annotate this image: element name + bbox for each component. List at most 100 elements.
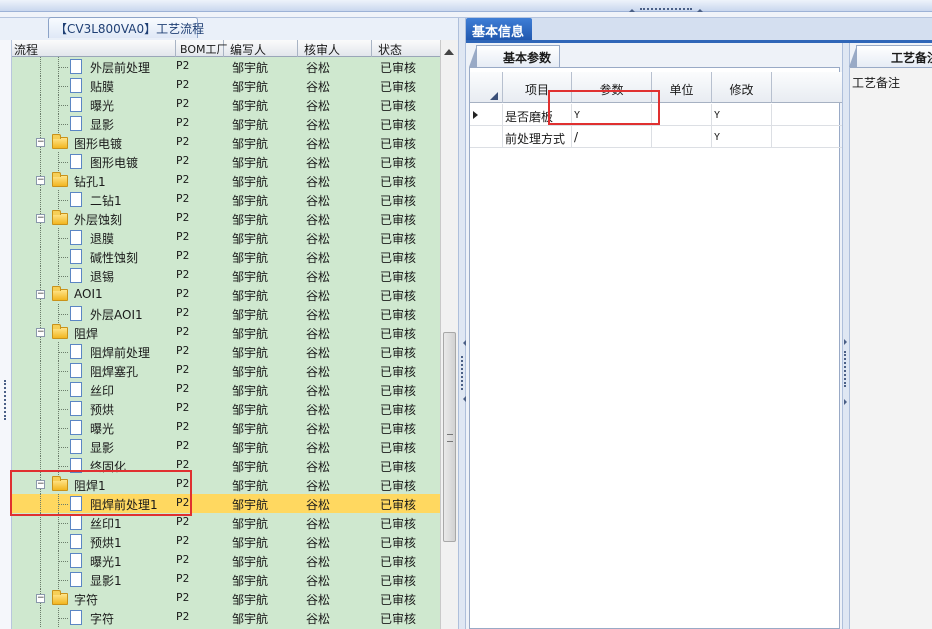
tree-step-node[interactable]: 阻焊塞孔 P2 邹宇航 谷松 已审核 [12,361,440,380]
tree-step-node[interactable]: 曝光1 P2 邹宇航 谷松 已审核 [12,551,440,570]
tree-step-node[interactable]: 图形电镀 P2 邹宇航 谷松 已审核 [12,152,440,171]
tree-step-node[interactable]: 字符 P2 邹宇航 谷松 已审核 [12,608,440,627]
node-writer: 邹宇航 [232,536,269,550]
tree-scrollbar[interactable] [440,40,458,629]
tree-step-node[interactable]: 外层前处理 P2 邹宇航 谷松 已审核 [12,57,440,76]
process-tree: 流程 BOM工厂 编写人 核审人 状态 外层前处理 P2 邹宇航 谷松 已审核 贴膜 P2 邹… [12,40,440,629]
document-icon [70,97,82,112]
node-bom: P2 [176,401,190,414]
tree-step-node[interactable]: 显影 P2 邹宇航 谷松 已审核 [12,437,440,456]
tree-step-node[interactable]: 丝印 P2 邹宇航 谷松 已审核 [12,380,440,399]
tree-line [40,228,41,247]
document-icon [70,344,82,359]
tree-line [40,152,41,171]
tree-line [58,466,68,467]
tree-step-node[interactable]: 预烘 P2 邹宇航 谷松 已审核 [12,399,440,418]
notes-label: 工艺备注 [852,76,901,90]
node-status: 已审核 [380,422,417,436]
param-unit-cell[interactable] [652,126,712,148]
node-bom: P2 [176,306,190,319]
panel-splitter[interactable] [458,18,466,629]
col-header-writer[interactable]: 编写人 [224,40,298,57]
process-flow-title[interactable]: 【CV3L800VA0】工艺流程 [48,17,204,38]
tree-folder-node[interactable]: − 钻孔1 P2 邹宇航 谷松 已审核 [12,171,440,190]
tab-basic-params[interactable]: 基本参数 [469,45,560,67]
document-icon [70,154,82,169]
tree-folder-node[interactable]: − 字符 P2 邹宇航 谷松 已审核 [12,589,440,608]
node-status: 已审核 [380,156,417,170]
node-reviewer: 谷松 [306,213,331,227]
tree-step-node[interactable]: 退膜 P2 邹宇航 谷松 已审核 [12,228,440,247]
collapse-toggle-icon[interactable]: − [36,328,45,337]
tree-step-node[interactable]: 阻焊前处理 P2 邹宇航 谷松 已审核 [12,342,440,361]
node-bom: P2 [176,249,190,262]
tab-basic-info[interactable]: 基本信息 [466,18,532,41]
tree-line [40,304,41,323]
col-header-flow[interactable]: 流程 [12,40,176,57]
node-bom: P2 [176,363,190,376]
node-reviewer: 谷松 [306,555,331,569]
document-icon [70,515,82,530]
param-row[interactable]: 前处理方式 / Y [470,126,842,148]
col-header-reviewer[interactable]: 核审人 [298,40,372,57]
tree-line [40,266,41,285]
tree-step-node[interactable]: 二钻1 P2 邹宇航 谷松 已审核 [12,190,440,209]
col-header-modify[interactable]: 修改 [712,72,772,103]
tree-line [40,418,41,437]
folder-icon [52,286,68,301]
node-name: 外层蚀刻 [74,213,123,227]
tab-process-notes[interactable]: 工艺备注 [849,45,932,67]
tree-folder-node[interactable]: − 阻焊 P2 邹宇航 谷松 已审核 [12,323,440,342]
tree-step-node[interactable]: 显影 P2 邹宇航 谷松 已审核 [12,114,440,133]
collapse-toggle-icon[interactable]: − [36,176,45,185]
left-collapse-strip[interactable] [0,40,12,629]
col-header-status[interactable]: 状态 [372,40,440,57]
node-status: 已审核 [380,384,417,398]
right-splitter[interactable] [843,43,850,629]
tree-folder-node[interactable]: − AOI1 P2 邹宇航 谷松 已审核 [12,285,440,304]
tree-step-node[interactable]: 外层AOI1 P2 邹宇航 谷松 已审核 [12,304,440,323]
param-modify-cell[interactable]: Y [712,104,772,126]
tree-folder-node[interactable]: − 外层蚀刻 P2 邹宇航 谷松 已审核 [12,209,440,228]
tree-step-node[interactable]: 退锡 P2 邹宇航 谷松 已审核 [12,266,440,285]
node-writer: 邹宇航 [232,118,269,132]
tree-step-node[interactable]: 显影1 P2 邹宇航 谷松 已审核 [12,570,440,589]
param-modify-cell[interactable]: Y [712,126,772,148]
node-reviewer: 谷松 [306,384,331,398]
node-status: 已审核 [380,289,417,303]
node-reviewer: 谷松 [306,498,331,512]
document-icon [70,116,82,131]
param-value-cell[interactable]: / [572,126,652,148]
node-status: 已审核 [380,99,417,113]
tree-step-node[interactable]: 曝光 P2 邹宇航 谷松 已审核 [12,418,440,437]
tree-folder-node[interactable]: − 图形电镀 P2 邹宇航 谷松 已审核 [12,133,440,152]
col-header-unit[interactable]: 单位 [652,72,712,103]
node-reviewer: 谷松 [306,365,331,379]
col-header-bom[interactable]: BOM工厂 [176,40,228,57]
scroll-thumb[interactable] [443,332,456,542]
notes-area[interactable]: 工艺备注 [850,67,932,629]
collapse-toggle-icon[interactable]: − [36,594,45,603]
param-unit-cell[interactable] [652,104,712,126]
node-reviewer: 谷松 [306,232,331,246]
param-item: 前处理方式 [503,126,572,148]
document-icon [70,382,82,397]
collapse-toggle-icon[interactable]: − [36,138,45,147]
params-grid: 项目 参数 单位 修改 是否磨板 Y Y 前处理方式 / Y [469,67,842,629]
document-icon [70,553,82,568]
tree-line [58,86,68,87]
document-icon [70,268,82,283]
tree-step-node[interactable]: 曝光 P2 邹宇航 谷松 已审核 [12,95,440,114]
collapse-toggle-icon[interactable]: − [36,214,45,223]
node-writer: 邹宇航 [232,251,269,265]
node-name: AOI1 [74,287,103,301]
select-all-corner-icon[interactable] [470,72,503,103]
tree-step-node[interactable]: 碱性蚀刻 P2 邹宇航 谷松 已审核 [12,247,440,266]
tree-step-node[interactable]: 贴膜 P2 邹宇航 谷松 已审核 [12,76,440,95]
node-name: 曝光 [90,422,115,436]
node-name: 阻焊前处理 [90,346,151,360]
node-writer: 邹宇航 [232,156,269,170]
scroll-up-arrow-icon[interactable] [444,44,454,55]
tree-step-node[interactable]: 预烘1 P2 邹宇航 谷松 已审核 [12,532,440,551]
collapse-toggle-icon[interactable]: − [36,290,45,299]
